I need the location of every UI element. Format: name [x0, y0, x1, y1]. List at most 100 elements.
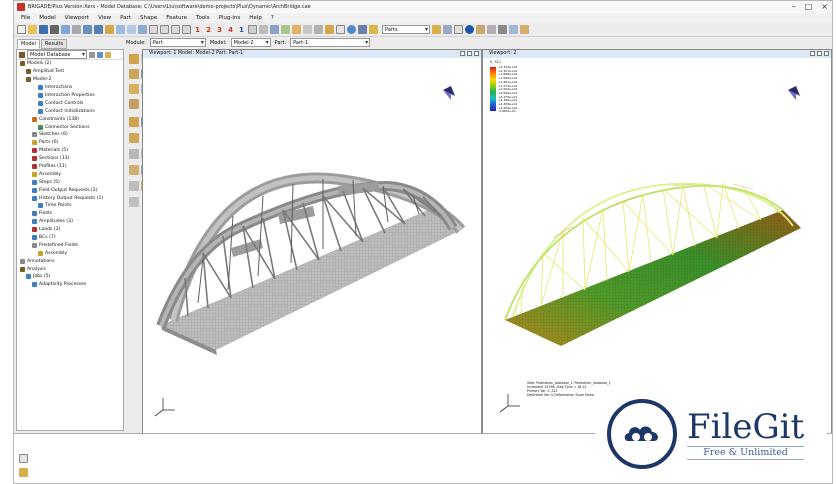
tree-item[interactable]: Jobs (5): [17, 273, 123, 281]
create-part-icon[interactable]: [129, 54, 139, 64]
vp1-maximize-icon[interactable]: [467, 51, 472, 56]
vp2-maximize-icon[interactable]: [817, 51, 822, 56]
tree-item[interactable]: Steps (5): [17, 178, 123, 186]
tree-item[interactable]: Assembly: [17, 170, 123, 178]
render-style-icon[interactable]: [281, 25, 290, 34]
menu-plugins[interactable]: Plug-ins: [219, 15, 241, 21]
repair-icon[interactable]: [129, 165, 139, 175]
rotate-icon[interactable]: [94, 25, 103, 34]
tab-results[interactable]: Results: [41, 39, 68, 49]
vp1-close-icon[interactable]: [474, 51, 479, 56]
menu-whats-this[interactable]: ?: [271, 15, 274, 21]
save-icon[interactable]: [39, 25, 48, 34]
view-1-button[interactable]: 1: [193, 26, 202, 34]
vp2-close-icon[interactable]: [824, 51, 829, 56]
model-combo[interactable]: Model-2: [230, 38, 271, 47]
menu-part[interactable]: Part: [120, 15, 131, 21]
menu-view[interactable]: View: [98, 15, 111, 21]
compass-vp2[interactable]: [788, 86, 800, 100]
tree-item[interactable]: Materials (5): [17, 147, 123, 155]
attach-icon[interactable]: [129, 197, 139, 207]
tree-item[interactable]: BCs (7): [17, 234, 123, 242]
arrow-icon[interactable]: [498, 25, 507, 34]
coordinate-icon[interactable]: [336, 25, 345, 34]
print-icon[interactable]: [50, 25, 59, 34]
tree-item[interactable]: Constraints (138): [17, 115, 123, 123]
toggle-icon[interactable]: [443, 25, 452, 34]
model-database-combo[interactable]: Model Database: [27, 50, 87, 59]
color-icon[interactable]: [325, 25, 334, 34]
view-3-button[interactable]: 3: [215, 26, 224, 34]
menu-help[interactable]: Help: [249, 15, 262, 21]
auto-fit-icon[interactable]: [127, 25, 136, 34]
tree-item[interactable]: Model-2: [17, 76, 123, 84]
shaded-icon[interactable]: [270, 25, 279, 34]
menu-file[interactable]: File: [21, 15, 30, 21]
tree-item[interactable]: Loads (3): [17, 226, 123, 234]
front-view-icon[interactable]: [160, 25, 169, 34]
open-folder-icon[interactable]: [28, 25, 37, 34]
tree-item[interactable]: Interaction Properties: [17, 92, 123, 100]
tree-item[interactable]: Adaptivity Processes: [17, 281, 123, 289]
extrude-icon[interactable]: [129, 69, 139, 79]
module-combo[interactable]: Part: [149, 38, 206, 47]
top-view-icon[interactable]: [171, 25, 180, 34]
shell-icon[interactable]: [129, 99, 139, 109]
cycle-views-icon[interactable]: [138, 25, 147, 34]
tree-item[interactable]: Field Output Requests (2): [17, 186, 123, 194]
color-code-icon[interactable]: [292, 25, 301, 34]
vp1-minimize-icon[interactable]: [460, 51, 465, 56]
view-manager-icon[interactable]: [509, 25, 518, 34]
tree-item[interactable]: Amplitud Test: [17, 68, 123, 76]
tab-model[interactable]: Model: [17, 39, 41, 49]
tree-item[interactable]: Interactions: [17, 84, 123, 92]
tree-item[interactable]: Annotations: [17, 257, 123, 265]
tree-item[interactable]: Assembly: [17, 249, 123, 257]
hidden-line-icon[interactable]: [259, 25, 268, 34]
expand-icon[interactable]: [97, 51, 103, 58]
settings-icon[interactable]: [487, 25, 496, 34]
viewport-icon[interactable]: [61, 25, 70, 34]
query-icon[interactable]: [314, 25, 323, 34]
layers-icon[interactable]: [454, 25, 463, 34]
plugin-icon[interactable]: [520, 25, 529, 34]
color-palette-icon[interactable]: [369, 25, 378, 34]
display-group-icon[interactable]: [358, 25, 367, 34]
tree-item[interactable]: Sketches (6): [17, 131, 123, 139]
tree-item[interactable]: History Output Requests (1): [17, 194, 123, 202]
compass-vp1[interactable]: [443, 86, 455, 100]
filter-icon[interactable]: [89, 51, 95, 58]
wireframe-icon[interactable]: [248, 25, 257, 34]
cut-icon[interactable]: [129, 117, 139, 127]
side-view-icon[interactable]: [182, 25, 191, 34]
sphere-icon[interactable]: [347, 25, 356, 34]
menu-feature[interactable]: Feature: [166, 15, 187, 21]
axis-tool-icon[interactable]: [129, 181, 139, 191]
menu-model[interactable]: Model: [39, 15, 56, 21]
color-settings-icon[interactable]: [432, 25, 441, 34]
perspective-icon[interactable]: [303, 25, 312, 34]
info-icon[interactable]: [465, 25, 474, 34]
parts-color-combo[interactable]: Parts: [382, 25, 430, 34]
menu-viewport[interactable]: Viewport: [65, 15, 89, 21]
select-icon[interactable]: [72, 25, 81, 34]
tree-item[interactable]: Time Points: [17, 202, 123, 210]
partition-icon[interactable]: [129, 149, 139, 159]
tree-item[interactable]: Profiles (11): [17, 163, 123, 171]
sweep-icon[interactable]: [129, 84, 139, 94]
tree-item[interactable]: Parts (6): [17, 139, 123, 147]
viewport-2[interactable]: Viewport: 2 S, S11 +2.315e+02 +2.107e+02 +…: [482, 49, 832, 434]
vp2-minimize-icon[interactable]: [810, 51, 815, 56]
view-2-button[interactable]: 2: [204, 26, 213, 34]
pan-icon[interactable]: [83, 25, 92, 34]
close-icon[interactable]: ×: [821, 2, 828, 11]
tree-item[interactable]: Models (2): [17, 60, 123, 68]
part-combo[interactable]: Part-1: [290, 38, 371, 47]
minimize-icon[interactable]: –: [792, 2, 796, 11]
tree-item[interactable]: Contact Initializations: [17, 107, 123, 115]
tree-item[interactable]: Predefined Fields: [17, 241, 123, 249]
tree-item[interactable]: Contact Controls: [17, 99, 123, 107]
round-icon[interactable]: [129, 133, 139, 143]
message-tab-icon[interactable]: [19, 454, 28, 463]
tree-item[interactable]: Fields: [17, 210, 123, 218]
